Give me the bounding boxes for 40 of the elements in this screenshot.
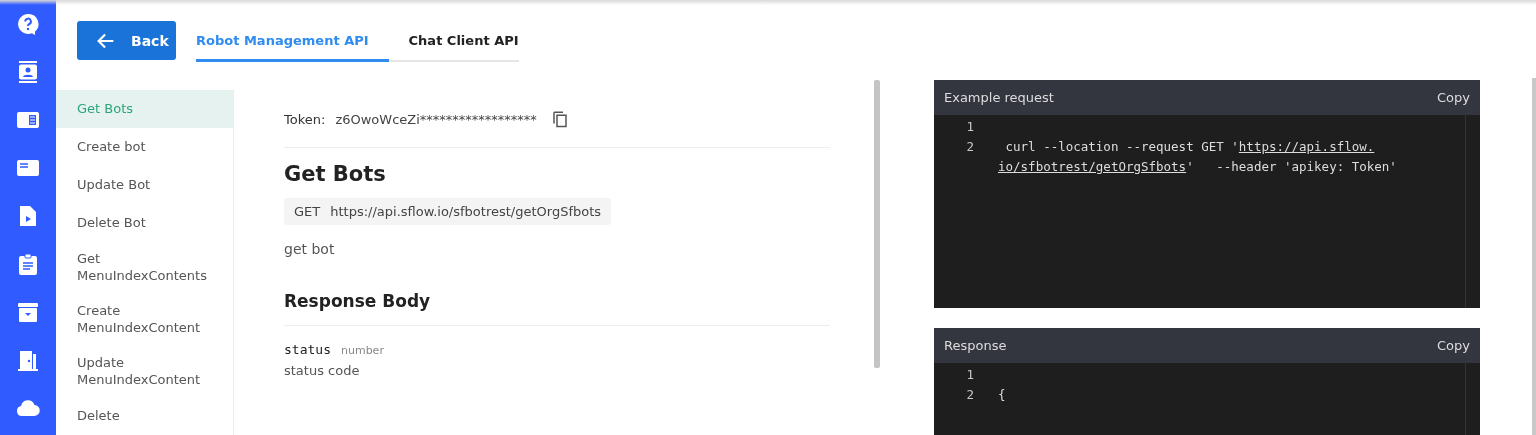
nav-item[interactable]: Create MenuIndexContent xyxy=(56,293,233,346)
code-link[interactable]: io/sfbotrest/getOrgSfbots xyxy=(998,157,1187,177)
contact-card-icon[interactable] xyxy=(16,60,40,84)
code-panel-title: Response xyxy=(944,337,1007,353)
field-description: status code xyxy=(284,363,361,378)
clipboard-icon[interactable] xyxy=(16,252,40,276)
code-line: { xyxy=(998,385,1006,404)
endpoint-description: get bot xyxy=(284,241,336,257)
tab[interactable]: Chat Client API xyxy=(388,21,519,62)
nav-item[interactable]: Update MenuIndexContent xyxy=(56,345,233,397)
code-link[interactable]: https://api.sflow. xyxy=(1238,137,1375,157)
line-number: 1 xyxy=(965,118,975,136)
scrollbar[interactable] xyxy=(874,80,880,368)
nav-item[interactable]: Delete xyxy=(56,397,233,435)
nav-item[interactable]: Create bot xyxy=(56,128,233,166)
nav-item[interactable]: Delete Bot xyxy=(56,204,233,242)
field-name: status xyxy=(284,342,331,357)
section-title: Response Body xyxy=(284,291,830,326)
code-text: ' --header 'apikey: Token' xyxy=(1186,158,1397,176)
token-label: Token: xyxy=(284,111,326,127)
back-button[interactable]: Back xyxy=(77,21,176,60)
http-method: GET xyxy=(294,204,321,219)
line-number: 1 xyxy=(965,365,975,384)
door-icon[interactable] xyxy=(16,348,40,372)
field-type: number xyxy=(340,344,384,357)
copy-button[interactable]: Copy xyxy=(1437,90,1470,105)
code-text: curl --location --request GET ' xyxy=(1004,138,1239,156)
scrollbar[interactable] xyxy=(1532,78,1536,435)
nav-item[interactable]: Get MenuIndexContents xyxy=(56,242,233,294)
code-panel-title: Example request xyxy=(944,90,1054,105)
nav-item[interactable]: Update Bot xyxy=(56,166,233,204)
line-number: 2 xyxy=(965,138,975,156)
archive-box-icon[interactable] xyxy=(16,300,40,324)
endpoint-title: Get Bots xyxy=(284,162,387,186)
help-icon[interactable] xyxy=(16,12,40,36)
line-number: 2 xyxy=(965,385,975,404)
copy-icon[interactable] xyxy=(550,110,569,128)
token-value: z6OwoWceZi****************** xyxy=(335,111,537,127)
endpoint-url: https://api.sflow.io/sfbotrest/getOrgSfbots xyxy=(330,204,602,219)
copy-button[interactable]: Copy xyxy=(1437,337,1470,353)
